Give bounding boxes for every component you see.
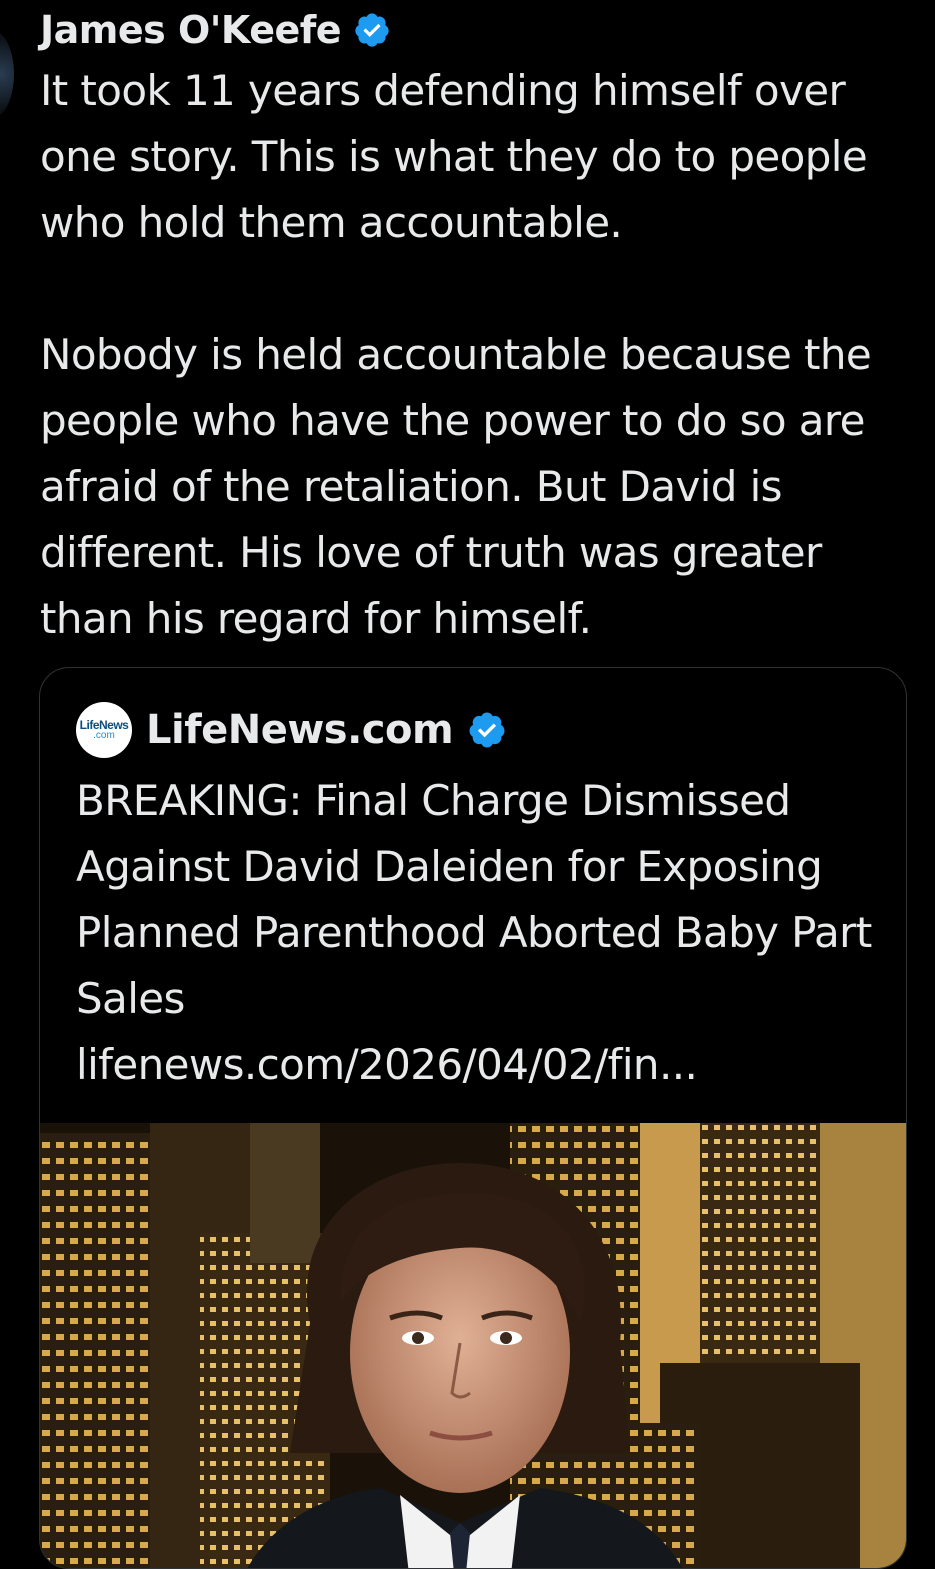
tweet-text: It took 11 years defending himself over …	[40, 66, 872, 643]
author-name[interactable]: James O'Keefe	[40, 8, 342, 52]
quoted-tweet-card[interactable]: LifeNews .com LifeNews.com BREAKING: Fin…	[39, 667, 907, 1569]
quoted-headline: BREAKING: Final Charge Dismissed Against…	[76, 776, 872, 1023]
verified-badge-icon	[353, 11, 391, 49]
quoted-source-name[interactable]: LifeNews.com	[146, 707, 454, 753]
avatar[interactable]	[0, 30, 14, 118]
lifenews-logo[interactable]: LifeNews .com	[76, 702, 132, 758]
verified-badge-icon	[467, 710, 507, 750]
logo-text-bottom: .com	[93, 730, 115, 741]
article-image[interactable]	[40, 1123, 906, 1568]
quoted-link[interactable]: lifenews.com/2026/04/02/fin...	[76, 1032, 876, 1098]
quoted-header: LifeNews .com LifeNews.com	[76, 702, 507, 758]
tweet-header: James O'Keefe	[40, 2, 391, 58]
portrait-illustration	[40, 1123, 906, 1568]
